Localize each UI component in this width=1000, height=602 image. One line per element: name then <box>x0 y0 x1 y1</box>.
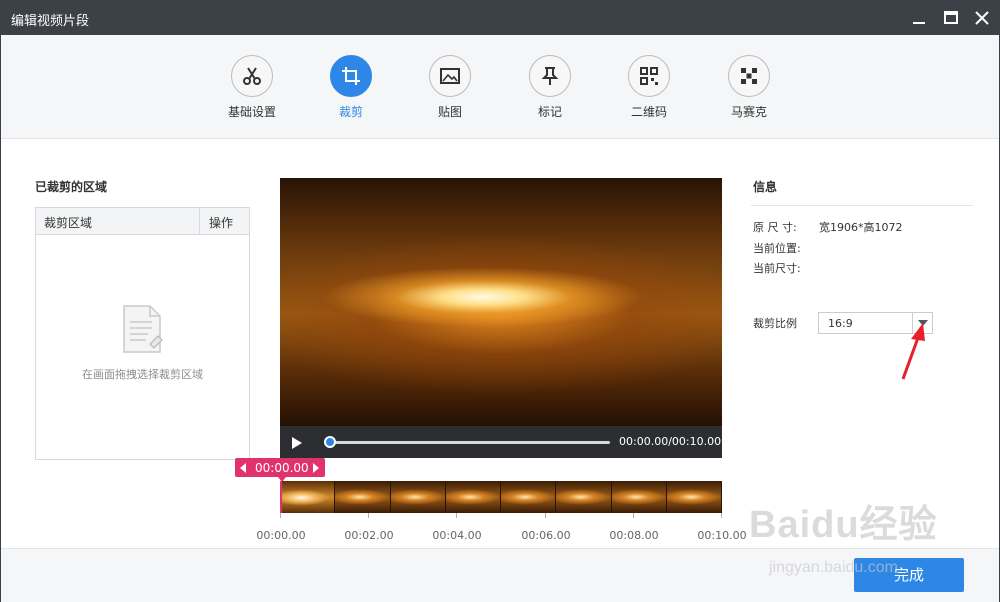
tab-qrcode[interactable]: 二维码 <box>609 55 689 120</box>
tab-crop[interactable]: 裁剪 <box>311 55 391 120</box>
empty-document-icon <box>122 304 166 360</box>
timeline-ruler <box>280 513 722 521</box>
info-divider <box>751 205 973 206</box>
cropped-areas-title: 已裁剪的区域 <box>35 180 108 194</box>
column-action: 操作 <box>199 208 250 234</box>
current-size-label: 当前尺寸: <box>753 262 801 275</box>
title-bar: 编辑视频片段 <box>1 1 1000 35</box>
maximize-icon[interactable] <box>942 9 960 27</box>
current-position-label: 当前位置: <box>753 242 801 255</box>
ruler-tick <box>368 513 369 518</box>
ruler-label: 00:02.00 <box>344 529 394 542</box>
tab-sticker[interactable]: 贴图 <box>410 55 490 120</box>
seek-thumb[interactable] <box>324 436 336 448</box>
ruler-label: 00:00.00 <box>256 529 306 542</box>
tab-label: 裁剪 <box>338 105 363 119</box>
marker-time: 00:00.00 <box>255 461 309 475</box>
watermark-url: jingyan.baidu.com <box>769 559 898 576</box>
ruler-tick <box>721 513 722 518</box>
crop-icon <box>330 55 372 97</box>
ruler-tick <box>545 513 546 518</box>
ruler-tick <box>456 513 457 518</box>
thumbnail-frame <box>335 481 391 513</box>
thumbnail-strip[interactable] <box>280 481 722 513</box>
ruler-tick <box>633 513 634 518</box>
tab-basic-settings[interactable]: 基础设置 <box>212 55 292 120</box>
thumbnail-frame <box>611 481 667 513</box>
tab-marker[interactable]: 标记 <box>510 55 590 120</box>
playhead-line[interactable] <box>280 481 282 513</box>
ruler-label: 00:08.00 <box>609 529 659 542</box>
mosaic-icon <box>728 55 770 97</box>
tab-mosaic[interactable]: 马赛克 <box>709 55 789 120</box>
seek-bar[interactable] <box>328 441 610 444</box>
thumbnail-frame <box>280 481 336 513</box>
pin-icon <box>529 55 571 97</box>
thumbnail-frame <box>501 481 557 513</box>
annotation-arrow-icon <box>897 319 937 387</box>
ruler-label: 00:10.00 <box>697 529 747 542</box>
original-size-value: 宽1906*高1072 <box>819 221 903 234</box>
minimize-icon[interactable] <box>910 9 928 27</box>
crop-ratio-value: 16:9 <box>828 317 853 330</box>
tab-label: 二维码 <box>630 105 667 119</box>
scissors-icon <box>231 55 273 97</box>
play-icon[interactable] <box>290 435 304 454</box>
column-crop-area: 裁剪区域 <box>44 216 93 230</box>
watermark-logo: Baidu经验 <box>749 504 938 546</box>
original-size-label: 原 尺 寸: <box>753 221 797 234</box>
info-title: 信息 <box>753 180 778 194</box>
ruler-label: 00:06.00 <box>521 529 571 542</box>
tab-label: 马赛克 <box>730 105 767 119</box>
image-icon <box>429 55 471 97</box>
cropped-areas-table: 裁剪区域 操作 在画面拖拽选择裁剪区域 <box>35 207 250 460</box>
tab-label: 贴图 <box>437 105 462 119</box>
editor-window: 编辑视频片段 基础设置 裁剪 贴图 标记 二维码 马赛克 已裁剪的区域 裁剪区域… <box>0 0 1000 602</box>
qrcode-icon <box>628 55 670 97</box>
timeline-marker[interactable]: 00:00.00 <box>235 458 325 477</box>
timecode: 00:00.00/00:10.00 <box>619 435 722 448</box>
crop-ratio-label: 裁剪比例 <box>753 317 797 330</box>
video-preview[interactable] <box>280 178 722 426</box>
ruler-tick <box>280 513 281 518</box>
empty-hint: 在画面拖拽选择裁剪区域 <box>82 368 203 381</box>
player-controls: 00:00.00/00:10.00 <box>280 426 722 458</box>
tab-label: 基础设置 <box>227 105 276 119</box>
thumbnail-frame <box>556 481 612 513</box>
marker-left-arrow-icon[interactable] <box>240 462 246 476</box>
marker-right-arrow-icon[interactable] <box>313 462 319 476</box>
close-icon[interactable] <box>973 9 991 27</box>
table-header: 裁剪区域 操作 <box>36 208 249 235</box>
tool-tabs: 基础设置 裁剪 贴图 标记 二维码 马赛克 <box>1 35 999 139</box>
thumbnail-frame <box>445 481 501 513</box>
tab-label: 标记 <box>537 105 562 119</box>
thumbnail-frame <box>390 481 446 513</box>
thumbnail-frame <box>666 481 722 513</box>
window-title: 编辑视频片段 <box>11 14 90 29</box>
ruler-label: 00:04.00 <box>432 529 482 542</box>
